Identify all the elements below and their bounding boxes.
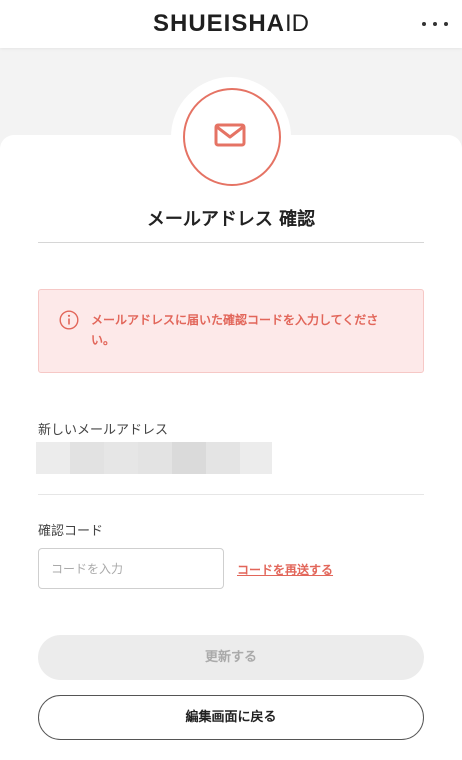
info-circle-icon — [59, 310, 79, 330]
mail-badge — [183, 88, 281, 186]
update-button[interactable]: 更新する — [38, 635, 424, 680]
masked-email-value — [36, 442, 272, 474]
mail-icon — [214, 123, 246, 147]
alert-message: メールアドレスに届いた確認コードを入力してください。 — [91, 313, 379, 347]
logo-id: ID — [285, 10, 310, 37]
back-to-edit-button[interactable]: 編集画面に戻る — [38, 695, 424, 740]
shueisha-id-logo[interactable]: SHUEISHAID — [0, 8, 462, 40]
title-divider — [38, 242, 424, 243]
menu-dot — [422, 22, 426, 26]
code-label: 確認コード — [38, 524, 104, 539]
verification-code-input[interactable] — [38, 548, 224, 589]
info-alert: メールアドレスに届いた確認コードを入力してください。 — [38, 289, 424, 373]
new-email-label: 新しいメールアドレス — [38, 423, 169, 438]
menu-dot — [444, 22, 448, 26]
menu-dot — [433, 22, 437, 26]
page-title: メールアドレス 確認 — [146, 209, 316, 230]
section-divider — [38, 494, 424, 495]
logo-wordmark: SHUEISHA — [152, 10, 286, 37]
more-dots-icon[interactable] — [422, 14, 448, 34]
top-bar: SHUEISHAID — [0, 0, 462, 48]
resend-code-link[interactable]: コードを再送する — [237, 561, 333, 578]
